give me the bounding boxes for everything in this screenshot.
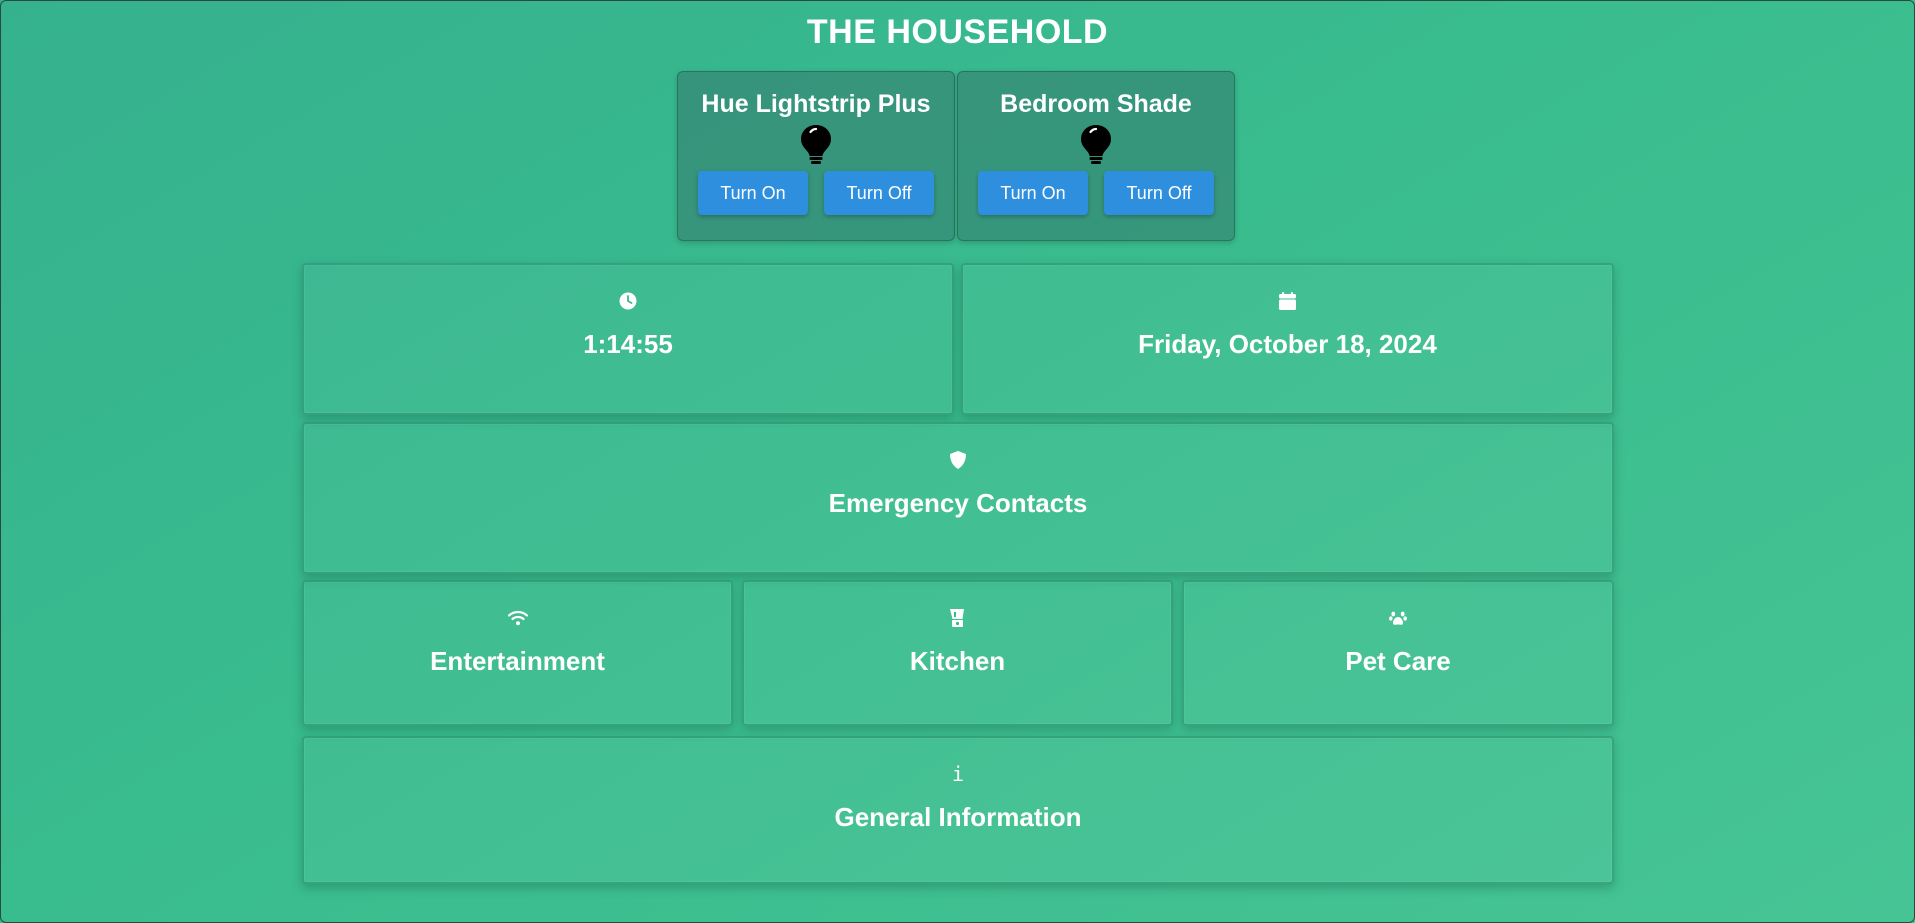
tile-label: Emergency Contacts	[828, 488, 1088, 518]
entertainment-tile[interactable]: Entertainment	[302, 580, 733, 726]
current-date: Friday, October 18, 2024	[1138, 329, 1437, 359]
tile-label: General Information	[834, 802, 1082, 832]
clock-tile[interactable]: 1:14:55	[302, 263, 954, 415]
turn-off-button[interactable]: Turn Off	[824, 171, 934, 215]
tile-label: Pet Care	[1345, 646, 1451, 676]
device-name: Hue Lightstrip Plus	[701, 90, 931, 118]
kitchen-tile[interactable]: Kitchen	[742, 580, 1173, 726]
device-card-bedroom-shade: Bedroom Shade Turn On Turn Off	[957, 71, 1235, 241]
shield-icon	[948, 450, 968, 470]
device-controls: Hue Lightstrip Plus Turn On Turn Off Bed…	[677, 71, 1235, 241]
device-button-group: Turn On Turn Off	[978, 171, 1214, 215]
tile-label: Kitchen	[909, 646, 1006, 676]
emergency-contacts-tile[interactable]: Emergency Contacts	[302, 422, 1614, 574]
wifi-icon	[507, 608, 528, 628]
turn-off-button[interactable]: Turn Off	[1104, 171, 1214, 215]
info-icon: i	[948, 764, 968, 784]
device-card-hue-lightstrip: Hue Lightstrip Plus Turn On Turn Off	[677, 71, 955, 241]
turn-on-button[interactable]: Turn On	[698, 171, 808, 215]
device-button-group: Turn On Turn Off	[698, 171, 934, 215]
blender-icon	[948, 608, 968, 628]
pet-care-tile[interactable]: Pet Care	[1182, 580, 1614, 726]
current-time: 1:14:55	[583, 329, 673, 359]
tile-label: Entertainment	[430, 646, 605, 676]
page-title: THE HOUSEHOLD	[806, 13, 1109, 51]
clock-icon	[618, 291, 638, 311]
general-information-tile[interactable]: i General Information	[302, 736, 1614, 884]
paw-icon	[1388, 608, 1408, 628]
turn-on-button[interactable]: Turn On	[978, 171, 1088, 215]
lightbulb-icon	[1081, 125, 1111, 164]
lightbulb-icon	[801, 125, 831, 164]
calendar-icon	[1278, 291, 1298, 311]
info-glyph: i	[951, 762, 965, 786]
date-tile[interactable]: Friday, October 18, 2024	[961, 263, 1614, 415]
device-name: Bedroom Shade	[1000, 90, 1192, 118]
